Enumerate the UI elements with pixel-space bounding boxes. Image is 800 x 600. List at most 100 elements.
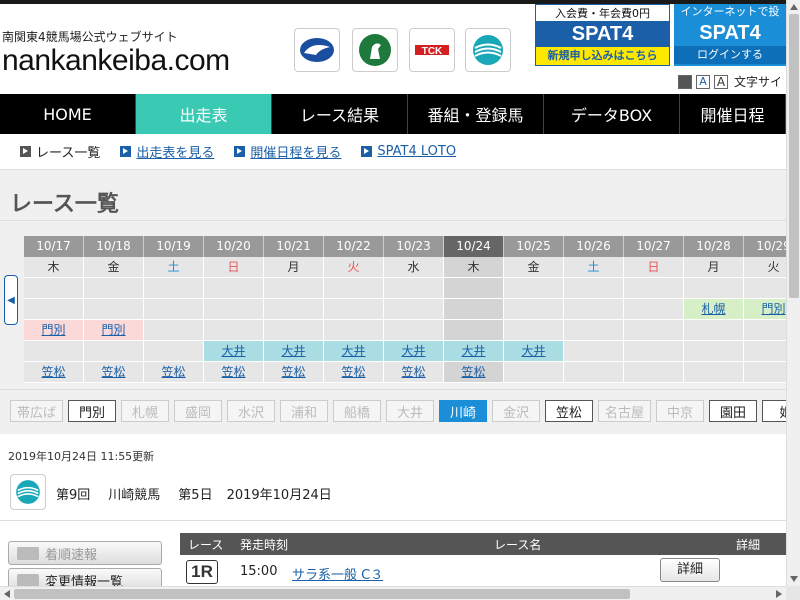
calendar-cell[interactable]: 門別: [24, 320, 84, 341]
nav-entries[interactable]: 出走表: [136, 94, 272, 134]
calendar-cell[interactable]: 笠松: [144, 362, 204, 383]
scroll-thumb[interactable]: [14, 589, 630, 599]
calendar-cell[interactable]: 大井: [264, 341, 324, 362]
calendar-weekday: 火: [324, 257, 384, 278]
calendar-meeting-link[interactable]: 笠松: [101, 365, 125, 379]
calendar-weekday: 日: [624, 257, 684, 278]
nav-schedule[interactable]: 開催日程: [680, 94, 786, 134]
results-flash-button[interactable]: 着順速報: [8, 541, 162, 565]
track-button: 帯広ば: [10, 400, 64, 422]
horizontal-scrollbar[interactable]: [0, 586, 786, 600]
calendar-meeting-link[interactable]: 門別: [101, 323, 125, 337]
track-button[interactable]: 門別: [68, 400, 117, 422]
nav-home[interactable]: HOME: [0, 94, 136, 134]
calendar-cell[interactable]: 笠松: [204, 362, 264, 383]
funabashi-emblem[interactable]: [352, 28, 398, 72]
calendar-meeting-link[interactable]: 笠松: [161, 365, 185, 379]
calendar-meeting-link[interactable]: 札幌: [701, 302, 725, 316]
calendar-cell: [444, 320, 504, 341]
calendar-cell: [444, 299, 504, 320]
calendar-cell: [264, 299, 324, 320]
vertical-scrollbar[interactable]: [786, 0, 800, 600]
arrow-right-icon: [234, 146, 246, 157]
track-button[interactable]: 川崎: [439, 400, 488, 422]
calendar-meeting-link[interactable]: 大井: [281, 344, 305, 358]
calendar-cell[interactable]: 大井: [444, 341, 504, 362]
calendar-meeting-link[interactable]: 笠松: [221, 365, 245, 379]
calendar-cell[interactable]: 門別: [84, 320, 144, 341]
race-table-header: レース 発走時刻 レース名 詳細: [180, 533, 786, 555]
tck-emblem-icon: TCK: [415, 45, 449, 57]
spat4-signup-banner[interactable]: 入会費・年会費0円 SPAT4 新規申し込みはこちら: [535, 4, 670, 66]
scroll-thumb[interactable]: [789, 14, 799, 298]
calendar-meeting-link[interactable]: 大井: [401, 344, 425, 358]
site-logo[interactable]: nankankeiba.com: [2, 44, 230, 78]
race-name-link[interactable]: サラ系一般 C３: [292, 564, 383, 583]
track-button[interactable]: 姫: [762, 400, 786, 422]
calendar-meeting-link[interactable]: 笠松: [461, 365, 485, 379]
calendar-cell[interactable]: 門別: [744, 299, 786, 320]
calendar-meeting-link[interactable]: 笠松: [281, 365, 305, 379]
nav-databox[interactable]: データBOX: [544, 94, 680, 134]
col-race: レース: [188, 537, 224, 552]
calendar-cell[interactable]: 大井: [324, 341, 384, 362]
calendar-cell[interactable]: 大井: [504, 341, 564, 362]
calendar-meeting-link[interactable]: 笠松: [341, 365, 365, 379]
calendar-cell[interactable]: 笠松: [84, 362, 144, 383]
calendar-cell[interactable]: 大井: [204, 341, 264, 362]
urawa-emblem[interactable]: [294, 28, 340, 72]
calendar-meeting-link[interactable]: 大井: [461, 344, 485, 358]
calendar-meeting-link[interactable]: 門別: [761, 302, 785, 316]
calendar-date-header: 10/26: [564, 236, 624, 257]
scroll-left-icon[interactable]: [4, 590, 10, 598]
font-size-large-button[interactable]: A: [714, 74, 728, 89]
calendar-date-header: 10/29: [744, 236, 786, 257]
calendar-cell[interactable]: 笠松: [24, 362, 84, 383]
calendar-meeting-link[interactable]: 笠松: [401, 365, 425, 379]
font-size-small-button[interactable]: [678, 74, 692, 89]
track-button[interactable]: 園田: [709, 400, 758, 422]
calendar-grid: 10/17 10/18 10/19 10/20 10/21 10/22 10/23 10/24…: [24, 236, 786, 383]
calendar-weekday: 金: [504, 257, 564, 278]
calendar-meeting-link[interactable]: 門別: [41, 323, 65, 337]
calendar-prev-button[interactable]: ◀: [4, 275, 18, 325]
scroll-down-icon[interactable]: [790, 576, 798, 582]
subnav-entries[interactable]: 出走表を見る: [120, 142, 214, 161]
calendar-meeting-link[interactable]: 大井: [221, 344, 245, 358]
subnav-spat4-loto[interactable]: SPAT4 LOTO: [361, 144, 456, 159]
kawasaki-emblem: [10, 474, 46, 510]
scroll-up-icon[interactable]: [790, 4, 798, 10]
divider: [0, 520, 786, 521]
calendar-cell: [264, 320, 324, 341]
nav-results[interactable]: レース結果: [272, 94, 408, 134]
calendar-cell: [384, 320, 444, 341]
promo-a-line1: 入会費・年会費0円: [555, 7, 650, 20]
calendar-weekday: 火: [744, 257, 786, 278]
track-button[interactable]: 笠松: [545, 400, 594, 422]
calendar-cell[interactable]: 笠松: [384, 362, 444, 383]
col-start-time: 発走時刻: [240, 537, 289, 552]
spat4-login-banner[interactable]: インターネットで投 SPAT4 ログインする: [674, 4, 786, 66]
tck-emblem[interactable]: TCK: [409, 28, 455, 72]
calendar-cell[interactable]: 笠松: [444, 362, 504, 383]
calendar-cell[interactable]: 札幌: [684, 299, 744, 320]
calendar-cell: [264, 278, 324, 299]
calendar-meeting-link[interactable]: 大井: [341, 344, 365, 358]
calendar-meeting-link[interactable]: 笠松: [41, 365, 65, 379]
calendar-cell: [324, 320, 384, 341]
calendar-cell[interactable]: 笠松: [324, 362, 384, 383]
calendar-cell: [84, 341, 144, 362]
kawasaki-emblem[interactable]: [465, 28, 511, 72]
nav-program[interactable]: 番組・登録馬: [408, 94, 544, 134]
calendar-meeting-link[interactable]: 大井: [521, 344, 545, 358]
font-size-medium-button[interactable]: A: [696, 74, 710, 89]
arrow-right-icon: [20, 146, 31, 157]
race-detail-button[interactable]: 詳細: [660, 558, 720, 582]
subnav-schedule[interactable]: 開催日程を見る: [234, 142, 341, 161]
arrow-right-icon: [361, 146, 373, 157]
calendar-cell[interactable]: 笠松: [264, 362, 324, 383]
calendar-cell: [324, 299, 384, 320]
race-start-time: 15:00: [240, 564, 278, 579]
scroll-right-icon[interactable]: [776, 590, 782, 598]
calendar-cell[interactable]: 大井: [384, 341, 444, 362]
